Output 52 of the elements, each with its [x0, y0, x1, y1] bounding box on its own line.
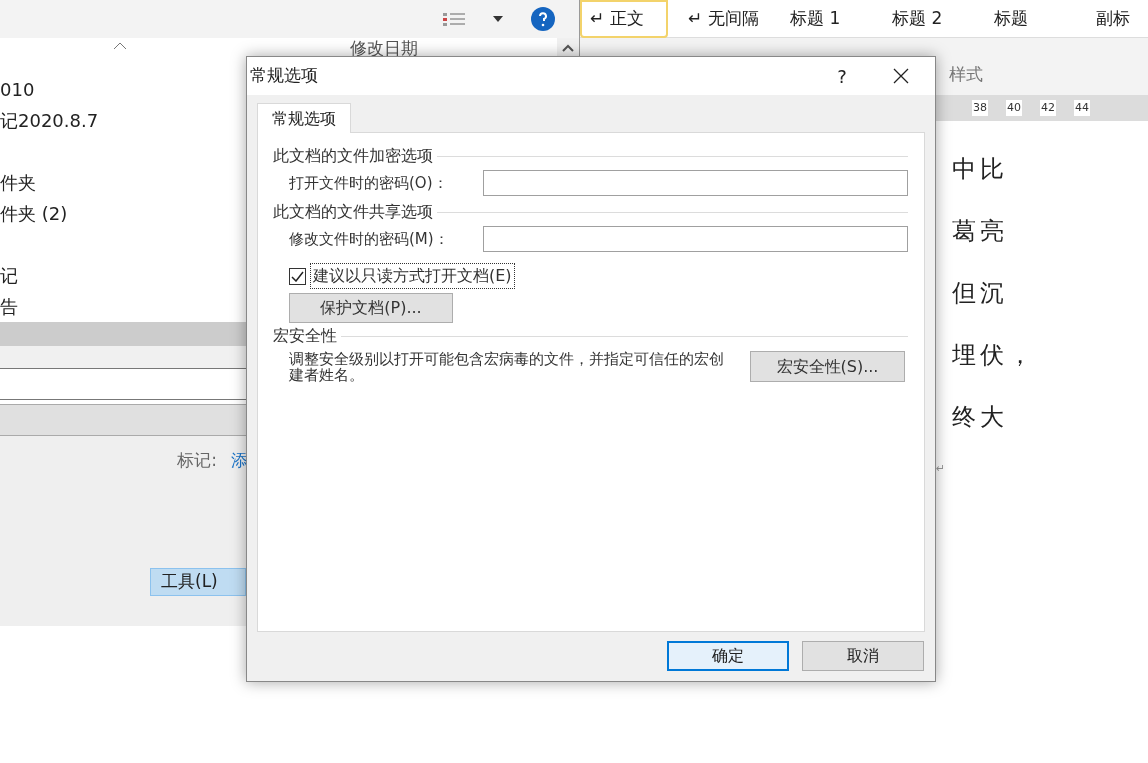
ruler-number: 42: [1040, 99, 1056, 117]
document-text: 葛亮: [952, 216, 1009, 247]
dialog-button[interactable]: 取消: [802, 641, 924, 671]
style-option[interactable]: 标题 1: [782, 0, 884, 38]
password-field[interactable]: [483, 226, 908, 252]
column-header[interactable]: 修改日期: [350, 37, 557, 59]
tools-button[interactable]: 工具(L): [150, 567, 246, 596]
section-heading: 宏安全性: [273, 325, 337, 347]
view-list-icon[interactable]: [443, 12, 465, 26]
file-name[interactable]: 记: [0, 260, 18, 291]
style-option[interactable]: 副标: [1088, 0, 1148, 38]
close-icon[interactable]: [893, 68, 909, 84]
section-heading: 此文档的文件加密选项: [273, 145, 433, 167]
file-name[interactable]: 记2020.8.7: [0, 105, 99, 136]
checkbox-label[interactable]: 建议以只读方式打开文档(E): [310, 263, 515, 289]
check-icon: [291, 270, 304, 282]
ruler-number: 44: [1074, 99, 1090, 117]
tags-label: 标记:: [177, 449, 217, 472]
tab[interactable]: 常规选项: [257, 103, 351, 133]
add-tag-link[interactable]: 添: [231, 448, 248, 474]
section-heading: 此文档的文件共享选项: [273, 201, 433, 223]
file-name[interactable]: 件夹 (2): [0, 198, 68, 229]
password-field[interactable]: [483, 170, 908, 196]
ruler-number: 40: [1006, 99, 1022, 117]
field-label: 修改文件时的密码(M)：: [289, 228, 450, 250]
sort-caret-icon[interactable]: [113, 42, 127, 50]
file-name[interactable]: 010: [0, 74, 35, 105]
group-label: 样式: [949, 62, 983, 86]
macro-security-button[interactable]: 宏安全性(S)...: [750, 351, 905, 382]
style-option[interactable]: 标题: [986, 0, 1088, 38]
paragraph-mark: ↵: [936, 461, 947, 477]
style-option[interactable]: ↵ 无间隔: [680, 0, 782, 38]
dropdown-icon[interactable]: [493, 16, 503, 22]
checkbox[interactable]: [289, 267, 306, 285]
document-text: 但沉: [952, 278, 1009, 309]
ruler-number: 38: [972, 99, 988, 117]
dialog-title: 常规选项: [249, 64, 319, 88]
scroll-up-icon[interactable]: [562, 44, 574, 52]
style-option[interactable]: ↵ 正文: [580, 0, 668, 38]
explorer-field[interactable]: [0, 368, 246, 400]
dialog-button[interactable]: 确定: [667, 641, 789, 671]
style-option[interactable]: 标题 2: [884, 0, 986, 38]
protect-document-button[interactable]: 保护文档(P)...: [289, 293, 453, 323]
document-text: 中比: [952, 154, 1009, 185]
file-name[interactable]: 件夹: [0, 167, 36, 198]
field-label: 打开文件时的密码(O)：: [289, 172, 449, 194]
document-text: 埋伏，: [952, 340, 1037, 371]
help-button[interactable]: ?: [827, 62, 857, 90]
document-text: 终大: [952, 402, 1009, 433]
macro-description: 调整安全级别以打开可能包含宏病毒的文件，并指定可信任的宏创建者姓名。: [289, 351, 725, 383]
help-icon[interactable]: [531, 7, 555, 31]
file-name[interactable]: 告: [0, 291, 18, 322]
